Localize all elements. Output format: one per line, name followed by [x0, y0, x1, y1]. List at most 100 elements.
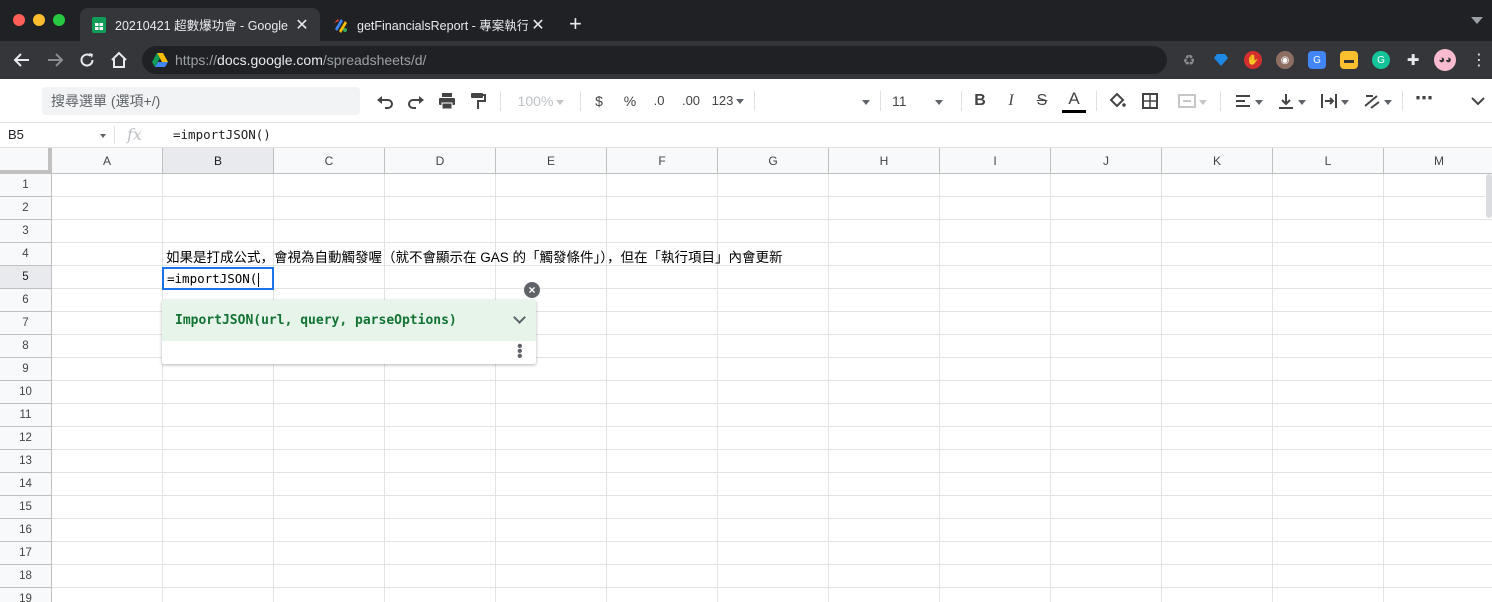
translate-extension-icon[interactable]: G: [1308, 51, 1326, 69]
decrease-decimal-button[interactable]: .0: [648, 89, 670, 113]
name-box[interactable]: B5: [8, 127, 108, 142]
gem-extension-icon[interactable]: [1212, 51, 1230, 69]
column-header-b[interactable]: B: [163, 148, 274, 174]
row-header-18[interactable]: 18: [0, 565, 52, 588]
note-extension-icon[interactable]: ▬: [1340, 51, 1358, 69]
more-formats-select[interactable]: 123: [710, 89, 746, 113]
column-header-e[interactable]: E: [496, 148, 607, 174]
browser-tab-sheets[interactable]: 20210421 超數爆功會 - Google ✕: [80, 8, 320, 41]
redo-icon[interactable]: [404, 89, 428, 113]
row-header-11[interactable]: 11: [0, 404, 52, 427]
horizontal-align-icon[interactable]: [1230, 89, 1266, 113]
paint-format-icon[interactable]: [466, 89, 490, 113]
reload-icon[interactable]: [75, 48, 99, 72]
borders-icon[interactable]: [1138, 89, 1162, 113]
tab-search-chevron-icon[interactable]: [1471, 17, 1483, 24]
font-size-select[interactable]: 11: [892, 89, 952, 113]
home-icon[interactable]: [107, 48, 131, 72]
formula-input[interactable]: =importJSON(): [173, 127, 271, 142]
owl-extension-icon[interactable]: ◉: [1276, 51, 1294, 69]
font-family-select[interactable]: [764, 89, 870, 113]
more-vert-icon[interactable]: • • •: [517, 339, 523, 365]
browser-menu-icon[interactable]: ⋮: [1470, 51, 1488, 69]
column-header-j[interactable]: J: [1051, 148, 1162, 174]
merge-cells-icon[interactable]: [1170, 89, 1214, 113]
column-header-f[interactable]: F: [607, 148, 718, 174]
address-bar[interactable]: https://docs.google.com/spreadsheets/d/: [142, 46, 1167, 74]
tab-close-icon[interactable]: ✕: [292, 15, 312, 35]
column-header-h[interactable]: H: [829, 148, 940, 174]
puzzle-extensions-icon[interactable]: ✚: [1404, 51, 1422, 69]
grammarly-extension-icon[interactable]: G: [1372, 51, 1390, 69]
more-options-icon[interactable]: ⋯: [1412, 89, 1436, 113]
row-header-8[interactable]: 8: [0, 335, 52, 358]
row-header-17[interactable]: 17: [0, 542, 52, 565]
cell-B5-editor[interactable]: =importJSON(: [162, 267, 274, 290]
row-gridline: [52, 380, 1492, 381]
profile-avatar[interactable]: ◕◕: [1434, 49, 1456, 71]
column-header-g[interactable]: G: [718, 148, 829, 174]
text-color-button[interactable]: A: [1062, 89, 1086, 113]
row-header-14[interactable]: 14: [0, 473, 52, 496]
column-header-a[interactable]: A: [52, 148, 163, 174]
row-header-15[interactable]: 15: [0, 496, 52, 519]
row-header-12[interactable]: 12: [0, 427, 52, 450]
new-tab-button[interactable]: +: [569, 12, 582, 36]
recycle-extension-icon[interactable]: ♻: [1180, 51, 1198, 69]
text-rotation-icon[interactable]: [1359, 89, 1395, 113]
column-header-l[interactable]: L: [1273, 148, 1384, 174]
row-header-5[interactable]: 5: [0, 266, 52, 289]
function-signature-suggestion[interactable]: ImportJSON(url, query, parseOptions): [162, 300, 536, 341]
bold-button[interactable]: B: [970, 89, 990, 113]
row-gridline: [52, 196, 1492, 197]
column-header-d[interactable]: D: [385, 148, 496, 174]
cell-B4[interactable]: 如果是打成公式，會視為自動觸發喔（就不會顯示在 GAS 的「觸發條件」），但在「…: [166, 246, 783, 266]
row-header-6[interactable]: 6: [0, 289, 52, 312]
back-icon[interactable]: [10, 48, 34, 72]
undo-icon[interactable]: [373, 89, 397, 113]
column-header-m[interactable]: M: [1384, 148, 1492, 174]
row-header-13[interactable]: 13: [0, 450, 52, 473]
browser-tab-apps-script[interactable]: getFinancialsReport - 專案執行 ✕: [322, 8, 556, 41]
column-header-k[interactable]: K: [1162, 148, 1273, 174]
row-header-4[interactable]: 4: [0, 243, 52, 266]
format-currency-button[interactable]: $: [590, 89, 608, 113]
select-all-corner[interactable]: [0, 148, 52, 174]
row-gridline: [52, 564, 1492, 565]
format-percent-button[interactable]: %: [620, 89, 640, 113]
spreadsheet-grid: ABCDEFGHIJKLM 1 2 3 4 5 6 7 8 9 10 11 12 13 14 15 16 17 1…: [0, 148, 1492, 602]
name-box-chevron-icon[interactable]: [100, 134, 106, 138]
forward-icon[interactable]: [43, 48, 67, 72]
chevron-down-icon[interactable]: [1468, 89, 1488, 113]
zoom-select[interactable]: 100%: [512, 89, 570, 113]
print-icon[interactable]: [435, 89, 459, 113]
row-header-10[interactable]: 10: [0, 381, 52, 404]
row-header-16[interactable]: 16: [0, 519, 52, 542]
close-suggestion-icon[interactable]: ×: [524, 282, 540, 298]
fill-color-icon[interactable]: [1105, 89, 1129, 113]
toolbar-divider: [500, 91, 501, 111]
row-header-9[interactable]: 9: [0, 358, 52, 381]
row-header-1[interactable]: 1: [0, 174, 52, 197]
column-gridline: [1383, 174, 1384, 602]
row-header-2[interactable]: 2: [0, 197, 52, 220]
row-header-3[interactable]: 3: [0, 220, 52, 243]
row-header-19[interactable]: 19: [0, 588, 52, 602]
hand-extension-icon[interactable]: ✋: [1244, 51, 1262, 69]
column-header-i[interactable]: I: [940, 148, 1051, 174]
browser-tab-strip: 20210421 超數爆功會 - Google ✕ getFinancialsR…: [0, 0, 1492, 41]
column-header-c[interactable]: C: [274, 148, 385, 174]
menu-search-input[interactable]: 搜尋選單 (選項+/): [42, 87, 360, 115]
vertical-align-icon[interactable]: [1273, 89, 1309, 113]
window-zoom-button[interactable]: [53, 14, 65, 26]
increase-decimal-button[interactable]: .00: [679, 89, 703, 113]
google-sheets-icon: [91, 16, 107, 33]
text-wrapping-icon[interactable]: [1316, 89, 1352, 113]
vertical-scrollbar[interactable]: [1486, 174, 1492, 218]
tab-close-icon[interactable]: ✕: [528, 15, 548, 35]
row-header-7[interactable]: 7: [0, 312, 52, 335]
italic-button[interactable]: I: [1001, 89, 1021, 113]
window-minimize-button[interactable]: [33, 14, 45, 26]
window-close-button[interactable]: [13, 14, 25, 26]
strikethrough-button[interactable]: S: [1032, 89, 1052, 113]
